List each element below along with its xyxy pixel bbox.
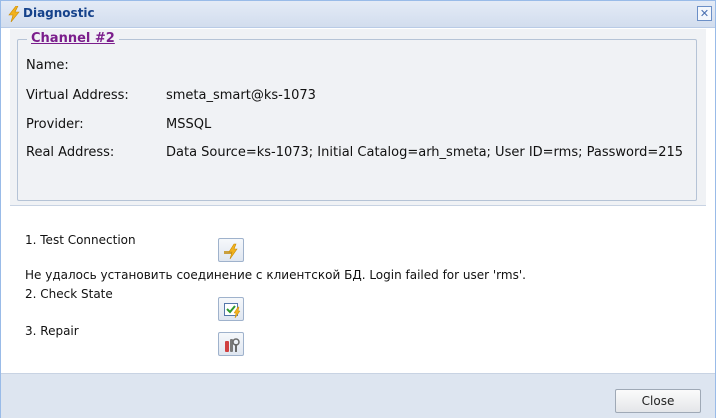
check-state-button[interactable] xyxy=(218,297,244,321)
check-state-label: 2. Check State xyxy=(25,287,113,301)
window-title: Diagnostic xyxy=(23,6,95,20)
field-label: Name: xyxy=(26,58,69,73)
repair-label: 3. Repair xyxy=(25,324,79,338)
test-connection-label: 1. Test Connection xyxy=(25,233,136,247)
repair-icon xyxy=(225,338,240,352)
field-value: MSSQL xyxy=(166,117,212,132)
field-virtual-address: Virtual Address: smeta_smart@ks-1073 xyxy=(26,88,316,103)
test-connection-icon xyxy=(224,243,238,260)
close-icon[interactable]: ✕ xyxy=(697,6,712,21)
channel-legend-link[interactable]: Channel #2 xyxy=(27,31,119,46)
field-label: Provider: xyxy=(26,117,84,132)
field-real-address: Real Address: Data Source=ks-1073; Initia… xyxy=(26,145,683,160)
check-state-icon xyxy=(224,303,241,319)
field-label: Real Address: xyxy=(26,145,115,160)
field-provider: Provider: MSSQL xyxy=(26,117,211,132)
diagnostic-window: Diagnostic ✕ Channel #2 Name: Virtual Ad… xyxy=(0,0,716,418)
repair-button[interactable] xyxy=(218,332,244,356)
field-value: smeta_smart@ks-1073 xyxy=(166,88,316,103)
lightning-icon xyxy=(7,5,21,23)
field-label: Virtual Address: xyxy=(26,88,129,103)
error-message: Не удалось установить соединение с клиен… xyxy=(25,268,526,282)
field-value: Data Source=ks-1073; Initial Catalog=arh… xyxy=(166,145,684,160)
test-connection-button[interactable] xyxy=(218,238,244,262)
field-name: Name: xyxy=(26,58,166,73)
window-footer: Close xyxy=(1,373,715,418)
close-button[interactable]: Close xyxy=(615,389,701,413)
title-bar[interactable]: Diagnostic ✕ xyxy=(1,1,715,28)
